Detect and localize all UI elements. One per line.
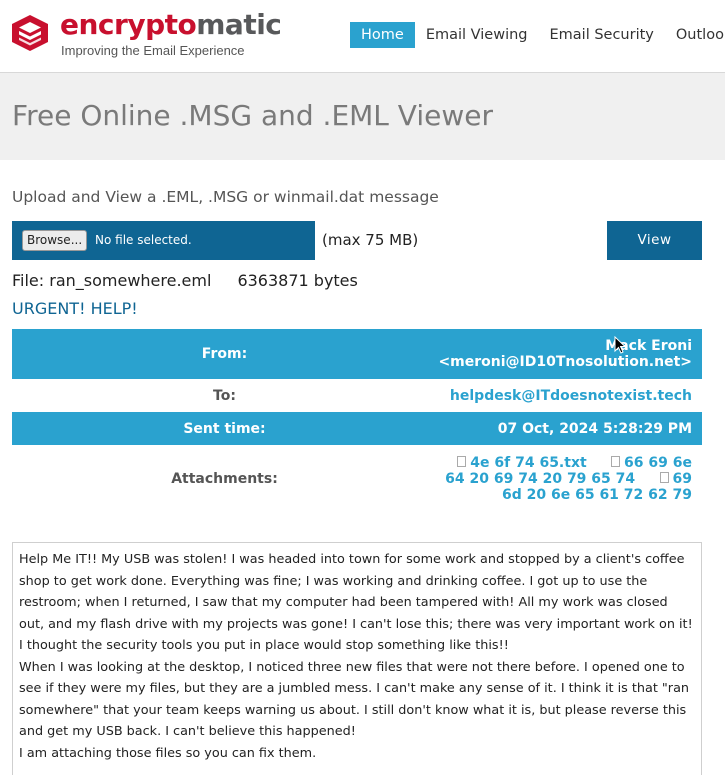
- nav-outlook[interactable]: Outlook: [665, 22, 725, 48]
- sent-value: 07 Oct, 2024 5:28:29 PM: [497, 420, 692, 437]
- from-row: From: Mack Eroni <meroni@ID10Tnosolution…: [12, 329, 702, 379]
- file-icon: [457, 456, 467, 467]
- brand-tagline: Improving the Email Experience: [61, 43, 245, 58]
- page-title: Free Online .MSG and .EML Viewer: [12, 99, 493, 132]
- file-icon: [659, 472, 669, 483]
- nav-home[interactable]: Home: [350, 22, 415, 48]
- site-header: encryptomatic Improving the Email Experi…: [0, 0, 725, 73]
- to-label: To:: [213, 387, 236, 404]
- page-banner: Free Online .MSG and .EML Viewer: [0, 73, 725, 160]
- sent-label: Sent time:: [183, 420, 266, 437]
- file-info: File: ran_somewhere.eml 6363871 bytes: [12, 271, 358, 290]
- file-icon: [611, 456, 621, 467]
- attachment-name: 4e 6f 74 65.txt: [470, 454, 587, 471]
- from-value: Mack Eroni <meroni@ID10Tnosolution.net>: [437, 329, 702, 379]
- brand-name-part2: matic: [196, 8, 282, 41]
- message-body-text: Help Me IT!! My USB was stolen! I was he…: [13, 543, 701, 764]
- file-input[interactable]: Browse... No file selected.: [12, 221, 315, 260]
- nav-email-viewing[interactable]: Email Viewing: [415, 22, 539, 48]
- from-name: Mack Eroni: [605, 338, 692, 354]
- message-body[interactable]: Help Me IT!! My USB was stolen! I was he…: [12, 542, 702, 775]
- view-button[interactable]: View: [607, 221, 702, 260]
- mouse-cursor-icon: [614, 336, 626, 354]
- attachments-value: 4e 6f 74 65.txt 66 69 6e 64 20 69 74 20 …: [437, 445, 702, 512]
- brand-name-part1: encrypto: [60, 8, 197, 41]
- body-paragraph: When I was looking at the desktop, I not…: [19, 659, 690, 740]
- body-paragraph: Help Me IT!! My USB was stolen! I was he…: [19, 552, 693, 653]
- to-row: To: helpdesk@ITdoesnotexist.tech: [12, 379, 702, 412]
- attachments-row: Attachments: 4e 6f 74 65.txt 66 69 6e 64…: [12, 445, 702, 512]
- nav-email-security[interactable]: Email Security: [539, 22, 665, 48]
- max-size-label: (max 75 MB): [322, 231, 419, 249]
- file-size: 6363871 bytes: [237, 271, 358, 290]
- email-header-table: From: Mack Eroni <meroni@ID10Tnosolution…: [12, 329, 702, 512]
- attachment-list: 4e 6f 74 65.txt 66 69 6e 64 20 69 74 20 …: [437, 455, 692, 503]
- from-email: <meroni@ID10Tnosolution.net>: [438, 354, 692, 370]
- upload-heading: Upload and View a .EML, .MSG or winmail.…: [12, 188, 439, 206]
- upload-form: Browse... No file selected. (max 75 MB) …: [12, 221, 702, 260]
- sent-row: Sent time: 07 Oct, 2024 5:28:29 PM: [12, 412, 702, 445]
- file-name: File: ran_somewhere.eml: [12, 271, 212, 290]
- browse-button[interactable]: Browse...: [22, 230, 88, 251]
- attachment-link[interactable]: 4e 6f 74 65.txt: [457, 454, 587, 471]
- brand-name[interactable]: encryptomatic: [60, 8, 282, 41]
- attachments-label: Attachments:: [171, 470, 278, 487]
- no-file-label: No file selected.: [95, 233, 192, 247]
- logo-icon[interactable]: [10, 13, 50, 53]
- body-paragraph: I am attaching those files so you can fi…: [19, 745, 317, 761]
- email-subject: URGENT! HELP!: [12, 299, 138, 318]
- main-nav: Home Email Viewing Email Security Outloo…: [350, 22, 725, 48]
- to-value[interactable]: helpdesk@ITdoesnotexist.tech: [437, 379, 702, 412]
- from-label: From:: [201, 346, 248, 362]
